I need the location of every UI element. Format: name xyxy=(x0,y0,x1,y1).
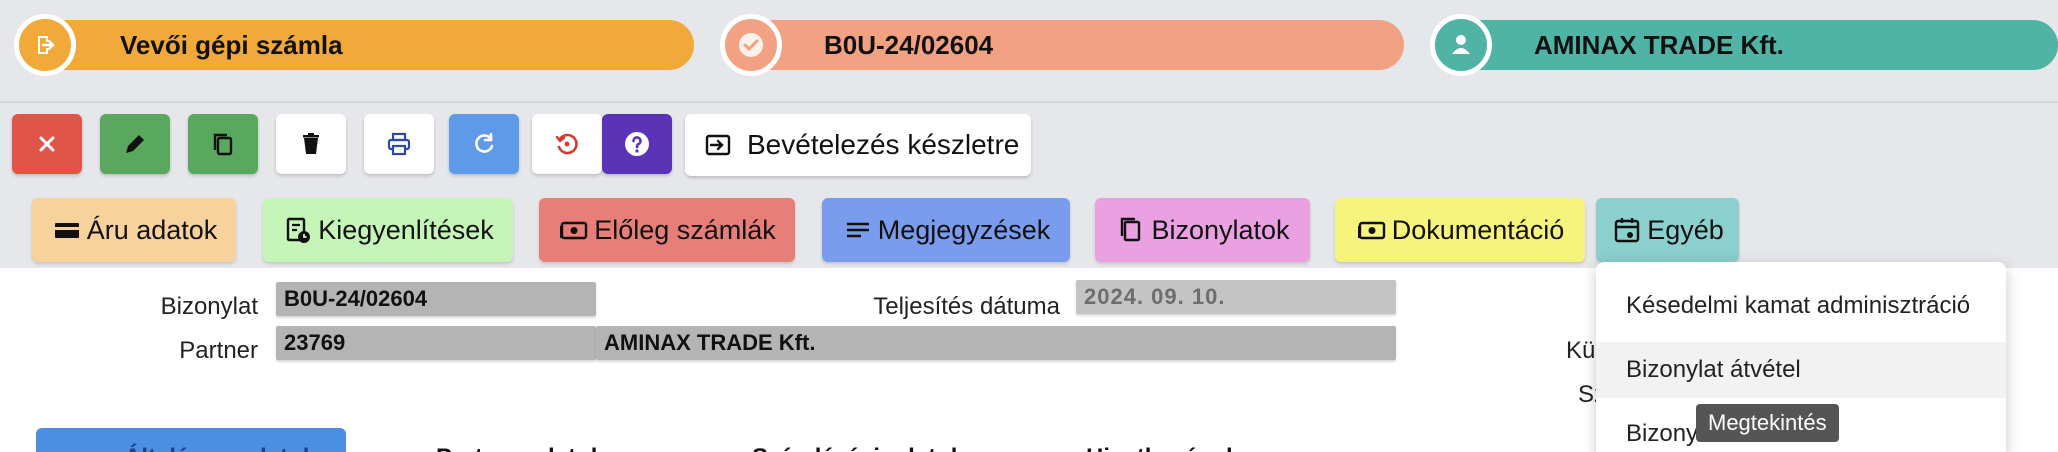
verified-icon xyxy=(720,14,782,76)
history-icon xyxy=(555,133,578,155)
partner-code-field[interactable]: 23769 xyxy=(276,326,596,360)
bottom-tab-partner[interactable]: Partner adatok xyxy=(436,444,604,452)
copy-icon xyxy=(213,133,233,156)
edit-button[interactable] xyxy=(100,114,170,174)
printer-icon xyxy=(387,132,411,156)
fulfillment-date-field[interactable]: 2024. 09. 10. xyxy=(1076,280,1396,314)
documents-icon xyxy=(1121,217,1141,242)
doc-type-label: Vevői gépi számla xyxy=(120,29,343,60)
login-icon xyxy=(705,134,731,156)
calendar-icon xyxy=(1615,218,1640,243)
help-icon xyxy=(625,132,649,156)
delete-button[interactable] xyxy=(276,114,346,174)
refresh-button[interactable] xyxy=(449,114,519,174)
copy-button[interactable] xyxy=(188,114,258,174)
receive-stock-label: Bevételezés készletre xyxy=(747,129,1020,160)
doc-type-pill: Vevői gépi számla xyxy=(40,20,694,70)
notes-icon xyxy=(846,222,869,238)
bottom-tab-billing[interactable]: Hivatkozások xyxy=(1086,444,1239,452)
menu-item-doc-receipt[interactable]: Bizonylat átvétel xyxy=(1596,342,2006,398)
fulfillment-date-label: Teljesítés dátuma xyxy=(873,293,1060,320)
partner-pill: AMINAX TRADE Kft. xyxy=(1454,20,2058,70)
tab-goods-data[interactable]: Áru adatok xyxy=(32,198,236,262)
doc-number-pill: B0U-24/02604 xyxy=(744,20,1404,70)
bottom-tab-general-label: Általános adatok xyxy=(124,444,316,452)
doc-type-icon xyxy=(14,14,76,76)
refresh-icon xyxy=(475,132,494,153)
doc-number-field[interactable]: B0U-24/02604 xyxy=(276,282,596,316)
partner-field-label: Partner xyxy=(179,337,258,364)
cut-label-1: Kü xyxy=(1566,337,1596,364)
receive-stock-button[interactable]: Bevételezés készletre xyxy=(685,114,1031,176)
tab-other[interactable]: Egyéb xyxy=(1596,198,1739,262)
header-divider xyxy=(0,101,2058,103)
close-button[interactable] xyxy=(12,114,82,174)
tab-notes[interactable]: Megjegyzések xyxy=(822,198,1070,262)
print-button[interactable] xyxy=(364,114,434,174)
pencil-icon xyxy=(126,135,144,153)
view-tooltip: Megtekintés xyxy=(1696,404,1839,442)
trash-icon xyxy=(303,133,319,154)
help-button[interactable] xyxy=(602,114,672,174)
restore-button[interactable] xyxy=(532,114,602,174)
cash-icon xyxy=(560,221,588,240)
menu-item-late-interest[interactable]: Késedelmi kamat adminisztráció xyxy=(1596,278,2006,334)
doc-field-label: Bizonylat xyxy=(160,293,258,320)
cash-icon xyxy=(1357,221,1385,240)
partner-name-label: AMINAX TRADE Kft. xyxy=(1534,29,1784,60)
tab-documents[interactable]: Bizonylatok xyxy=(1095,198,1310,262)
tab-settlements[interactable]: Kiegyenlítések xyxy=(263,198,513,262)
user-icon xyxy=(1430,14,1492,76)
bottom-tab-invoicing[interactable]: Számlázási adatok xyxy=(752,444,964,452)
close-icon xyxy=(39,136,55,152)
tab-documentation[interactable]: Dokumentáció xyxy=(1335,198,1585,262)
partner-name-field[interactable]: AMINAX TRADE Kft. xyxy=(596,326,1396,360)
card-icon xyxy=(54,223,79,238)
receipt-clock-icon xyxy=(286,217,311,243)
tab-advance-invoices[interactable]: Előleg számlák xyxy=(539,198,795,262)
